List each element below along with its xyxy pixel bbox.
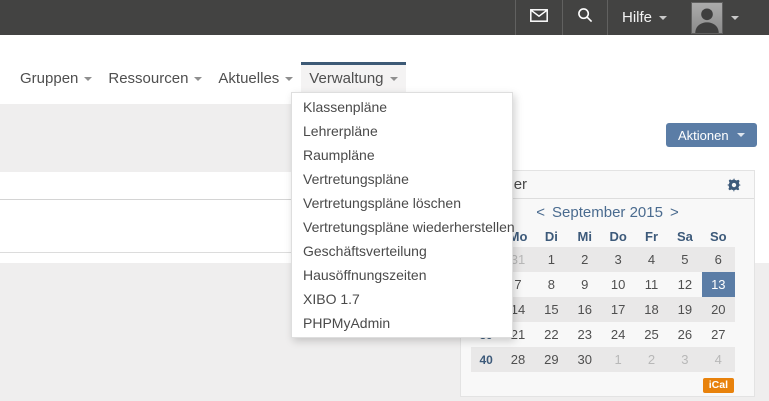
dropdown-item[interactable]: XIBO 1.7 — [292, 287, 512, 311]
next-month-button[interactable]: > — [670, 204, 679, 221]
calendar-week-row: 402829301234 — [471, 347, 735, 372]
mail-button[interactable] — [515, 0, 562, 35]
calendar-day[interactable]: 3 — [668, 347, 701, 372]
dropdown-item[interactable]: Vertretungspläne löschen — [292, 191, 512, 215]
calendar-day[interactable]: 16 — [568, 297, 601, 322]
calendar-day[interactable]: 15 — [535, 297, 568, 322]
aktionen-button[interactable]: Aktionen — [666, 123, 757, 147]
help-menu[interactable]: Hilfe — [608, 0, 681, 35]
calendar-day[interactable]: 27 — [702, 322, 735, 347]
calendar-day[interactable]: 22 — [535, 322, 568, 347]
nav-item-gruppen[interactable]: Gruppen — [12, 62, 100, 92]
chevron-down-icon — [390, 77, 398, 81]
calendar-day[interactable]: 23 — [568, 322, 601, 347]
calendar-day[interactable]: 20 — [702, 297, 735, 322]
nav-item-ressourcen[interactable]: Ressourcen — [100, 62, 210, 92]
calendar-day[interactable]: 1 — [535, 247, 568, 272]
day-header: Fr — [635, 225, 668, 247]
calendar-day[interactable]: 3 — [601, 247, 634, 272]
nav-label: Gruppen — [20, 70, 78, 87]
nav-item-aktuelles[interactable]: Aktuelles — [210, 62, 301, 92]
month-label: September 2015 — [552, 204, 663, 221]
chevron-down-icon — [731, 16, 739, 20]
day-header: Mi — [568, 225, 601, 247]
dropdown-item[interactable]: Raumpläne — [292, 143, 512, 167]
nav-label: Verwaltung — [309, 70, 383, 87]
calendar-day[interactable]: 10 — [601, 272, 634, 297]
calendar-day[interactable]: 2 — [635, 347, 668, 372]
calendar-day[interactable]: 2 — [568, 247, 601, 272]
day-header: Di — [535, 225, 568, 247]
calendar-day[interactable]: 30 — [568, 347, 601, 372]
chevron-down-icon — [659, 16, 667, 20]
calendar-day[interactable]: 26 — [668, 322, 701, 347]
calendar-day[interactable]: 28 — [501, 347, 534, 372]
calendar-day[interactable]: 25 — [635, 322, 668, 347]
calendar-day[interactable]: 11 — [635, 272, 668, 297]
chevron-down-icon — [737, 133, 745, 137]
dropdown-item[interactable]: Klassenpläne — [292, 95, 512, 119]
calendar-day[interactable]: 17 — [601, 297, 634, 322]
calendar-day-selected[interactable]: 13 — [702, 272, 735, 297]
week-number: 40 — [471, 347, 501, 372]
calendar-day[interactable]: 12 — [668, 272, 701, 297]
calendar-day[interactable]: 24 — [601, 322, 634, 347]
prev-month-button[interactable]: < — [536, 204, 545, 221]
avatar — [691, 2, 723, 34]
dropdown-item[interactable]: Geschäftsverteilung — [292, 239, 512, 263]
nav-item-verwaltung[interactable]: Verwaltung — [301, 62, 405, 92]
calendar-day[interactable]: 8 — [535, 272, 568, 297]
calendar-day[interactable]: 18 — [635, 297, 668, 322]
mail-icon — [530, 9, 548, 27]
aktionen-label: Aktionen — [678, 128, 729, 143]
dropdown-item[interactable]: Lehrerpläne — [292, 119, 512, 143]
calendar-day[interactable]: 5 — [668, 247, 701, 272]
ical-row: iCal — [461, 372, 754, 393]
day-header: Do — [601, 225, 634, 247]
verwaltung-dropdown: KlassenpläneLehrerpläneRaumpläneVertretu… — [291, 92, 513, 338]
calendar-day[interactable]: 1 — [601, 347, 634, 372]
calendar-day[interactable]: 4 — [702, 347, 735, 372]
calendar-day[interactable]: 19 — [668, 297, 701, 322]
ical-button[interactable]: iCal — [703, 378, 734, 393]
dropdown-item[interactable]: Vertretungspläne — [292, 167, 512, 191]
dropdown-item[interactable]: Vertretungspläne wiederherstellen — [292, 215, 512, 239]
nav-label: Ressourcen — [108, 70, 188, 87]
user-menu[interactable] — [681, 0, 769, 35]
search-button[interactable] — [562, 0, 608, 35]
dropdown-item[interactable]: PHPMyAdmin — [292, 311, 512, 335]
calendar-day[interactable]: 29 — [535, 347, 568, 372]
calendar-day[interactable]: 4 — [635, 247, 668, 272]
chevron-down-icon — [194, 77, 202, 81]
calendar-day[interactable]: 9 — [568, 272, 601, 297]
day-header: Sa — [668, 225, 701, 247]
chevron-down-icon — [285, 77, 293, 81]
day-header: So — [702, 225, 735, 247]
chevron-down-icon — [84, 77, 92, 81]
calendar-day[interactable]: 6 — [702, 247, 735, 272]
search-icon — [577, 7, 593, 28]
nav-label: Aktuelles — [218, 70, 279, 87]
help-label: Hilfe — [622, 9, 652, 26]
gear-icon[interactable] — [727, 178, 741, 192]
topbar: Hilfe — [0, 0, 769, 35]
dropdown-item[interactable]: Hausöffnungszeiten — [292, 263, 512, 287]
